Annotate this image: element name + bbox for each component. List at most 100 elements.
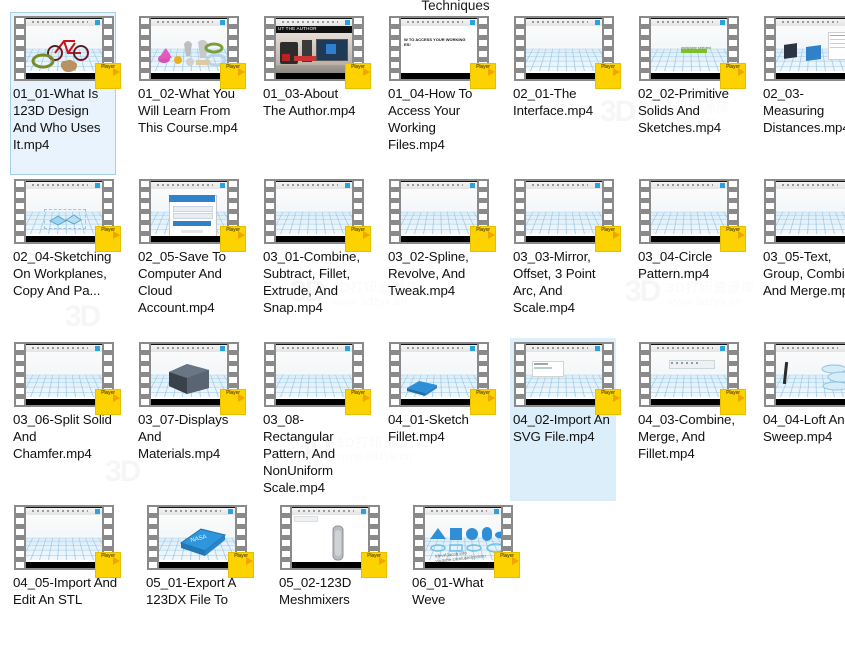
file-item[interactable]: Player 04_02-Import An SVG File.mp4 — [510, 338, 616, 501]
player-overlay-badge[interactable]: Player — [345, 226, 371, 252]
player-overlay-badge[interactable]: Player — [595, 389, 621, 415]
file-item[interactable]: Player 03_04-Circle Pattern.mp4 — [635, 175, 741, 338]
file-item[interactable]: NASA Player 05_01-Export A 123DX File To — [143, 501, 257, 664]
preview-workplane-grid — [276, 212, 352, 234]
file-item[interactable]: Player 04_01-Sketch Fillet.mp4 — [385, 338, 491, 501]
file-name-label: 03_08-Rectangular Pattern, And NonUnifor… — [262, 411, 364, 496]
filmstrip-perforations-left — [280, 505, 292, 570]
file-name-label: 03_01-Combine, Subtract, Fillet, Extrude… — [262, 248, 364, 316]
video-thumbnail[interactable]: workplane selected Player — [639, 16, 739, 81]
video-thumbnail[interactable]: Player — [764, 342, 845, 407]
thumbnail-preview-image — [292, 508, 368, 562]
preview-workplane-grid — [26, 375, 102, 397]
file-item[interactable]: Player 01_02-What You Will Learn From Th… — [135, 12, 241, 175]
video-thumbnail[interactable]: Player — [514, 342, 614, 407]
video-thumbnail[interactable]: iclevrlJacob.info youtube.com/userlprolmo… — [413, 505, 513, 570]
player-overlay-badge[interactable]: Player — [95, 63, 121, 89]
video-thumbnail[interactable]: Player — [389, 179, 489, 244]
video-thumbnail[interactable]: Player — [280, 505, 380, 570]
video-thumbnail[interactable]: Player — [514, 16, 614, 81]
player-overlay-badge[interactable]: Player — [470, 389, 496, 415]
player-overlay-badge[interactable]: Player — [220, 63, 246, 89]
player-overlay-badge[interactable]: Player — [720, 226, 746, 252]
video-thumbnail[interactable]: Player — [639, 179, 739, 244]
file-name-label: 02_01-The Interface.mp4 — [512, 85, 614, 119]
thumbnail-preview-image — [151, 19, 227, 73]
video-thumbnail[interactable]: Player — [139, 16, 239, 81]
file-item[interactable]: Player 01_01-What Is 123D Design And Who… — [10, 12, 116, 175]
player-overlay-badge[interactable]: Player — [470, 63, 496, 89]
player-overlay-badge[interactable]: Player — [595, 63, 621, 89]
video-thumbnail[interactable]: Player — [764, 16, 845, 81]
file-item[interactable]: Player 04_04-Loft And Sweep.mp4 — [760, 338, 845, 501]
player-overlay-badge[interactable]: Player — [595, 226, 621, 252]
player-overlay-badge[interactable]: Player — [361, 552, 387, 578]
file-item[interactable]: Player 02_04-Sketching On Workplanes, Co… — [10, 175, 116, 338]
file-item[interactable]: Player 03_02-Spline, Revolve, And Tweak.… — [385, 175, 491, 338]
file-item[interactable]: Player 03_03-Mirror, Offset, 3 Point Arc… — [510, 175, 616, 338]
file-item[interactable]: Player 04_03-Combine, Merge, And Fillet.… — [635, 338, 741, 501]
thumbnail-letterbox — [776, 236, 845, 242]
player-overlay-badge[interactable]: Player — [345, 63, 371, 89]
preview-workplane-grid — [401, 212, 477, 234]
thumbnail-letterbox — [425, 562, 501, 568]
player-overlay-badge[interactable]: Player — [95, 552, 121, 578]
player-overlay-badge[interactable]: Player — [220, 226, 246, 252]
video-thumbnail[interactable]: W TO ACCESS YOUR WORKING ES! Player — [389, 16, 489, 81]
filmstrip-frame — [764, 342, 845, 407]
player-overlay-badge[interactable]: Player — [228, 552, 254, 578]
file-item[interactable]: Player 03_08-Rectangular Pattern, And No… — [260, 338, 366, 501]
thumbnail-letterbox — [151, 399, 227, 405]
player-overlay-badge[interactable]: Player — [345, 389, 371, 415]
video-thumbnail[interactable]: Player — [14, 342, 114, 407]
preview-canvas — [292, 515, 368, 562]
thumbnail-screen — [526, 344, 602, 405]
video-thumbnail[interactable]: Player — [514, 179, 614, 244]
player-overlay-badge[interactable]: Player — [720, 389, 746, 415]
file-name-label: 01_02-What You Will Learn From This Cour… — [137, 85, 239, 136]
thumbnail-preview-image — [26, 19, 102, 73]
file-name-label: 03_04-Circle Pattern.mp4 — [637, 248, 739, 282]
file-item[interactable]: Player 04_05-Import And Edit An STL — [10, 501, 124, 664]
filmstrip-perforations-left — [139, 16, 151, 81]
file-name-label: 02_03-Measuring Distances.mp4 — [762, 85, 845, 136]
file-item[interactable]: UT THE AUTHOR Player 01_03-About The Aut… — [260, 12, 366, 175]
player-overlay-badge[interactable]: Player — [494, 552, 520, 578]
file-item[interactable]: workplane selected Player 02_02-Primitiv… — [635, 12, 741, 175]
player-overlay-badge[interactable]: Player — [95, 389, 121, 415]
file-item[interactable]: Player 03_05-Text, Group, Combine, And M… — [760, 175, 845, 338]
file-item[interactable]: Player 02_01-The Interface.mp4 — [510, 12, 616, 175]
video-thumbnail[interactable]: Player — [389, 342, 489, 407]
thumbnail-preview-image: iclevrlJacob.info youtube.com/userlprolmo — [425, 508, 501, 562]
file-item[interactable]: Player 02_03-Measuring Distances.mp4 — [760, 12, 845, 175]
video-thumbnail[interactable]: Player — [139, 342, 239, 407]
video-thumbnail[interactable]: Player — [14, 505, 114, 570]
file-item[interactable]: Player 03_07-Displays And Materials.mp4 — [135, 338, 241, 501]
player-overlay-badge[interactable]: Player — [95, 226, 121, 252]
thumbnail-letterbox — [526, 73, 602, 79]
video-thumbnail[interactable]: Player — [14, 179, 114, 244]
file-item[interactable]: Player 03_06-Split Solid And Chamfer.mp4 — [10, 338, 116, 501]
file-item[interactable]: iclevrlJacob.info youtube.com/userlprolmo… — [409, 501, 523, 664]
file-item[interactable]: Player 03_01-Combine, Subtract, Fillet, … — [260, 175, 366, 338]
video-thumbnail[interactable]: Player — [264, 342, 364, 407]
file-item[interactable]: Player 02_05-Save To Computer And Cloud … — [135, 175, 241, 338]
file-item[interactable]: W TO ACCESS YOUR WORKING ES! Player 01_04… — [385, 12, 491, 175]
file-item[interactable]: Player 05_02-123D Meshmixers — [276, 501, 390, 664]
thumbnail-screen — [151, 181, 227, 242]
filmstrip-perforations-left — [639, 342, 651, 407]
file-name-label: 04_04-Loft And Sweep.mp4 — [762, 411, 845, 445]
player-overlay-badge[interactable]: Player — [720, 63, 746, 89]
video-thumbnail[interactable]: Player — [764, 179, 845, 244]
player-overlay-badge[interactable]: Player — [470, 226, 496, 252]
filmstrip-frame — [764, 16, 845, 81]
video-thumbnail[interactable]: Player — [14, 16, 114, 81]
player-overlay-badge[interactable]: Player — [220, 389, 246, 415]
video-thumbnail[interactable]: UT THE AUTHOR Player — [264, 16, 364, 81]
video-thumbnail[interactable]: Player — [264, 179, 364, 244]
video-thumbnail[interactable]: Player — [139, 179, 239, 244]
video-thumbnail[interactable]: Player — [639, 342, 739, 407]
video-thumbnail[interactable]: NASA Player — [147, 505, 247, 570]
preview-workplane-grid — [276, 375, 352, 397]
thumbnail-screen — [292, 507, 368, 568]
